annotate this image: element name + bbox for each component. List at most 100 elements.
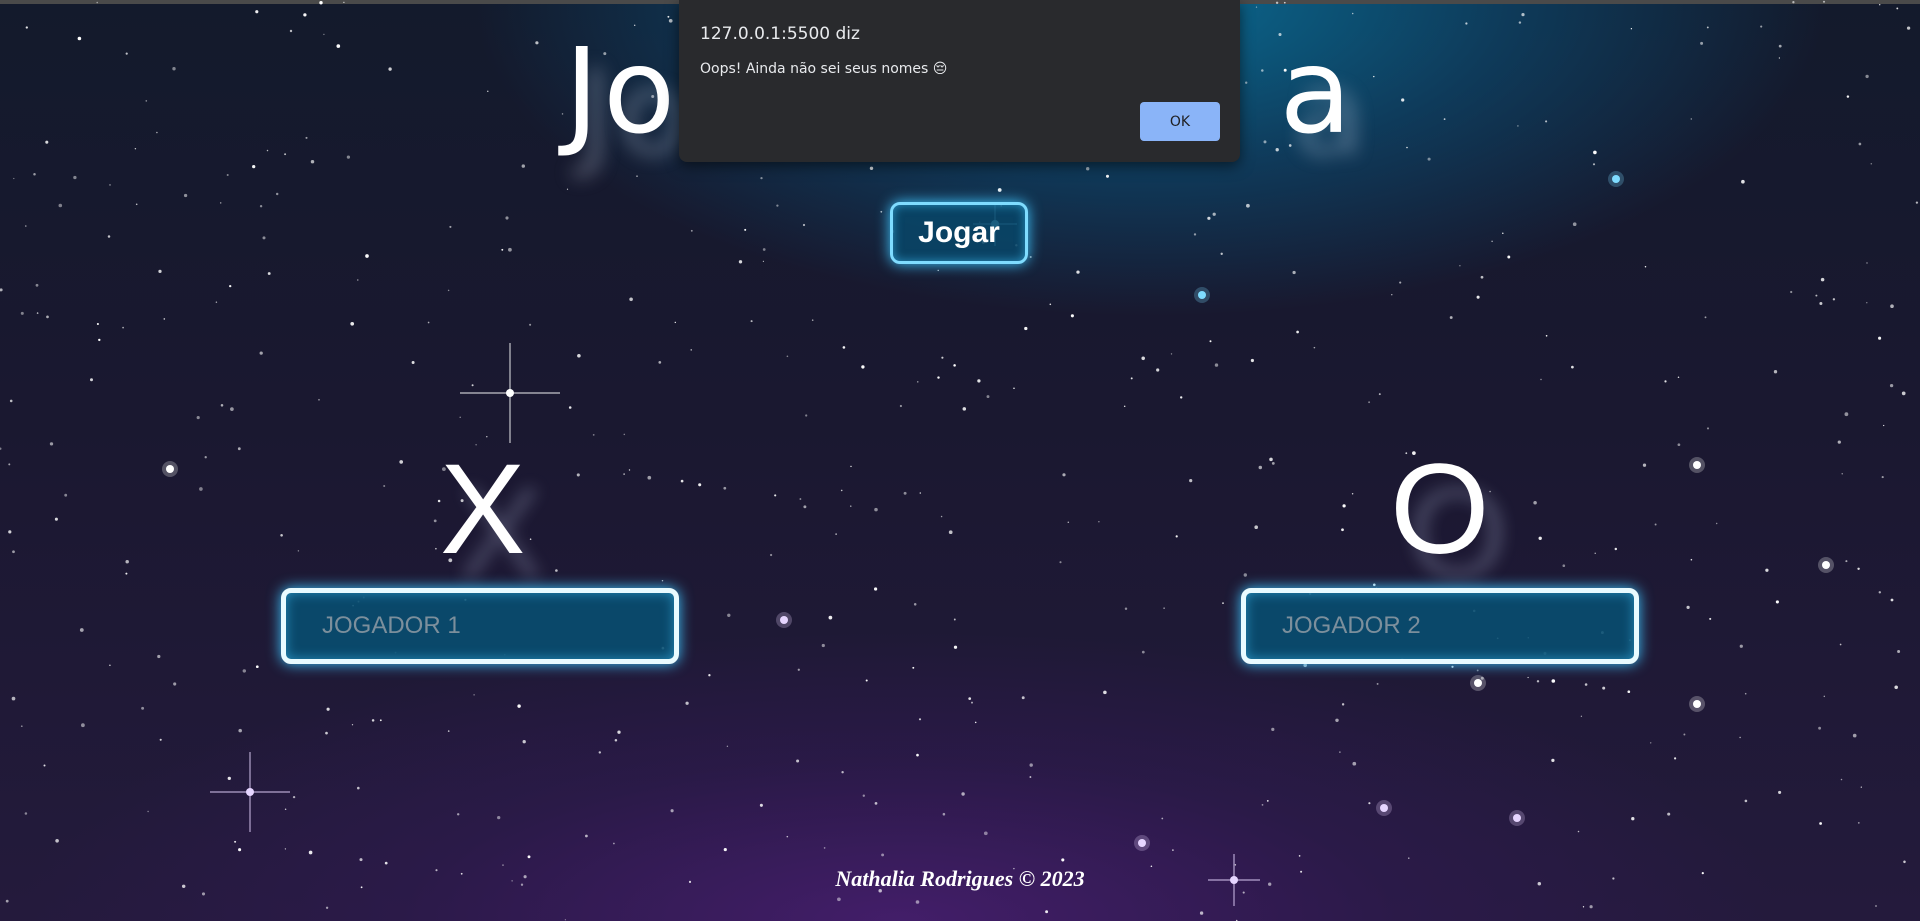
star xyxy=(805,414,808,417)
star xyxy=(237,447,241,451)
star xyxy=(776,204,779,207)
star xyxy=(36,312,39,314)
star xyxy=(1408,857,1410,859)
star xyxy=(623,473,625,475)
star xyxy=(1709,617,1712,620)
star xyxy=(1212,212,1216,216)
star xyxy=(1105,174,1110,178)
star xyxy=(802,223,806,227)
star xyxy=(1894,685,1898,690)
star xyxy=(1339,751,1341,753)
star xyxy=(1572,222,1577,227)
star xyxy=(64,493,68,497)
star xyxy=(961,792,965,796)
star xyxy=(874,802,878,805)
star xyxy=(577,354,581,358)
star xyxy=(1841,473,1843,475)
star-bright xyxy=(780,616,788,624)
star xyxy=(1775,600,1779,604)
star xyxy=(471,384,474,387)
star xyxy=(1103,690,1107,695)
star xyxy=(850,465,852,468)
star xyxy=(1351,12,1354,15)
player2-name-input[interactable] xyxy=(1241,588,1639,664)
star xyxy=(319,1,323,5)
star xyxy=(1476,295,1480,299)
star xyxy=(79,628,84,632)
star xyxy=(529,323,532,326)
play-button[interactable]: Jogar xyxy=(890,202,1028,264)
star xyxy=(1627,690,1631,694)
star xyxy=(351,724,354,726)
star xyxy=(1029,255,1032,259)
alert-ok-button[interactable]: OK xyxy=(1140,102,1220,141)
star xyxy=(0,447,2,450)
star xyxy=(1852,733,1857,738)
star xyxy=(5,899,9,903)
star xyxy=(948,530,953,535)
star xyxy=(43,764,46,767)
star xyxy=(974,721,977,724)
star xyxy=(1341,528,1344,532)
star xyxy=(869,166,874,171)
star xyxy=(690,349,692,351)
star xyxy=(107,235,111,238)
star xyxy=(1193,233,1197,236)
star xyxy=(1269,457,1273,462)
star xyxy=(1690,558,1693,561)
star xyxy=(1642,463,1647,467)
star xyxy=(953,364,956,367)
star xyxy=(1538,536,1542,540)
star xyxy=(1822,0,1826,3)
star xyxy=(359,858,363,862)
star xyxy=(303,13,307,17)
star xyxy=(942,812,946,816)
star xyxy=(215,301,218,303)
star xyxy=(0,288,3,292)
star xyxy=(1243,573,1247,577)
star xyxy=(357,279,359,281)
star xyxy=(284,808,287,810)
star xyxy=(435,547,437,550)
star xyxy=(912,666,915,669)
star xyxy=(708,674,711,677)
star xyxy=(158,269,162,274)
star xyxy=(157,654,161,659)
star xyxy=(1061,858,1065,862)
star xyxy=(629,297,633,302)
star xyxy=(977,379,981,383)
star xyxy=(1372,583,1376,587)
star xyxy=(1255,6,1258,8)
star xyxy=(1857,822,1860,824)
star xyxy=(1376,682,1379,685)
star xyxy=(917,381,919,383)
star xyxy=(811,319,814,321)
star xyxy=(96,322,99,326)
star xyxy=(1889,383,1894,388)
star xyxy=(592,434,595,436)
star xyxy=(1883,424,1885,427)
star xyxy=(81,723,85,728)
player1-name-input[interactable] xyxy=(281,588,679,664)
star xyxy=(1161,817,1164,820)
star xyxy=(1199,911,1204,915)
star xyxy=(501,248,504,251)
star xyxy=(899,404,902,408)
star xyxy=(1765,568,1769,572)
star xyxy=(727,613,731,617)
star xyxy=(968,697,972,700)
star xyxy=(865,679,868,682)
star xyxy=(680,479,684,483)
star xyxy=(308,850,313,855)
star xyxy=(1341,703,1345,706)
star xyxy=(73,175,77,180)
star xyxy=(122,326,124,329)
star xyxy=(937,269,939,272)
star xyxy=(267,272,271,275)
star xyxy=(796,759,800,763)
star xyxy=(1664,380,1667,383)
star xyxy=(774,494,777,497)
star xyxy=(25,225,27,227)
star xyxy=(35,283,39,287)
star xyxy=(1214,363,1219,367)
